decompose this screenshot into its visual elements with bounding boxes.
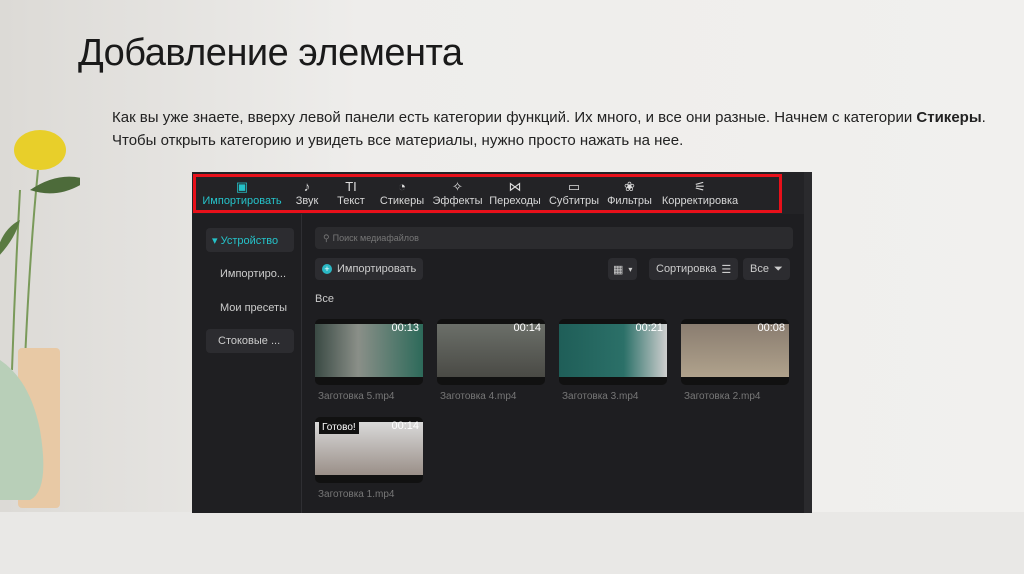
plant-decoration-icon [0,130,80,508]
app-screenshot: ▣ Импортировать ♪ Звук TI Текст ◔ Стикеры ✧ Эффек… [192,172,812,513]
sort-button[interactable]: Сортировка ☰ [649,258,739,280]
grid-icon: ▦ [613,263,624,276]
slide-paragraph: Как вы уже знаете, вверху левой панели е… [112,106,992,152]
view-toggle-button[interactable]: ▦ ▾ [608,258,638,280]
duration-label: 00:21 [635,322,663,334]
search-icon: ⚲ [323,232,330,243]
duration-label: 00:14 [391,420,419,432]
slide-title: Добавление элемента [78,32,463,74]
duration-label: 00:14 [513,322,541,334]
media-filename: Заготовка 3.mp4 [562,391,639,402]
filter-label: Все [750,263,769,275]
para-bold: Стикеры [916,109,982,126]
filter-icon: ⏷ [773,262,783,275]
duration-label: 00:13 [391,322,419,334]
media-filename: Заготовка 5.mp4 [318,391,395,402]
import-button[interactable]: + Импортировать [315,258,424,280]
filter-button[interactable]: Все ⏷ [743,258,790,280]
search-input[interactable]: ⚲ Поиск медиафайлов [315,227,793,249]
media-thumbnail[interactable]: 00:08 [681,319,789,385]
media-filename: Заготовка 4.mp4 [440,391,517,402]
sort-icon: ☰ [721,263,732,276]
media-panel: ⚲ Поиск медиафайлов + Импортировать ▦ ▾ Сор… [303,214,804,513]
media-thumbnail[interactable]: 00:14 [437,319,545,385]
search-placeholder: Поиск медиафайлов [332,233,419,243]
sidebar-item-device[interactable]: ▾ Устройство [206,228,294,252]
sidebar-item-presets[interactable]: Мои пресеты [206,296,294,320]
media-thumbnail[interactable]: 00:21 [559,319,667,385]
media-thumbnail[interactable]: 00:14 Готово! [315,417,423,483]
sidebar-item-imported[interactable]: Импортиро... [206,262,294,286]
para-text: Как вы уже знаете, вверху левой панели е… [112,109,917,126]
duration-label: 00:08 [757,322,785,334]
sidebar-item-stock[interactable]: Стоковые ... [206,329,294,353]
plus-icon: + [322,264,332,274]
category-toolbar: ▣ Импортировать ♪ Звук TI Текст ◔ Стикеры ✧ Эффек… [192,172,804,214]
section-label: Все [315,293,334,305]
shelf-background [0,512,1024,574]
sort-label: Сортировка [656,263,717,275]
media-thumbnail[interactable]: 00:13 [315,319,423,385]
highlight-frame [193,174,782,213]
media-filename: Заготовка 2.mp4 [684,391,761,402]
import-label: Импортировать [337,263,417,275]
media-filename: Заготовка 1.mp4 [318,489,395,500]
sidebar: ▾ Устройство Импортиро... Мои пресеты Ст… [192,214,302,513]
chevron-down-icon: ▾ [628,264,633,274]
ready-badge: Готово! [319,421,359,434]
